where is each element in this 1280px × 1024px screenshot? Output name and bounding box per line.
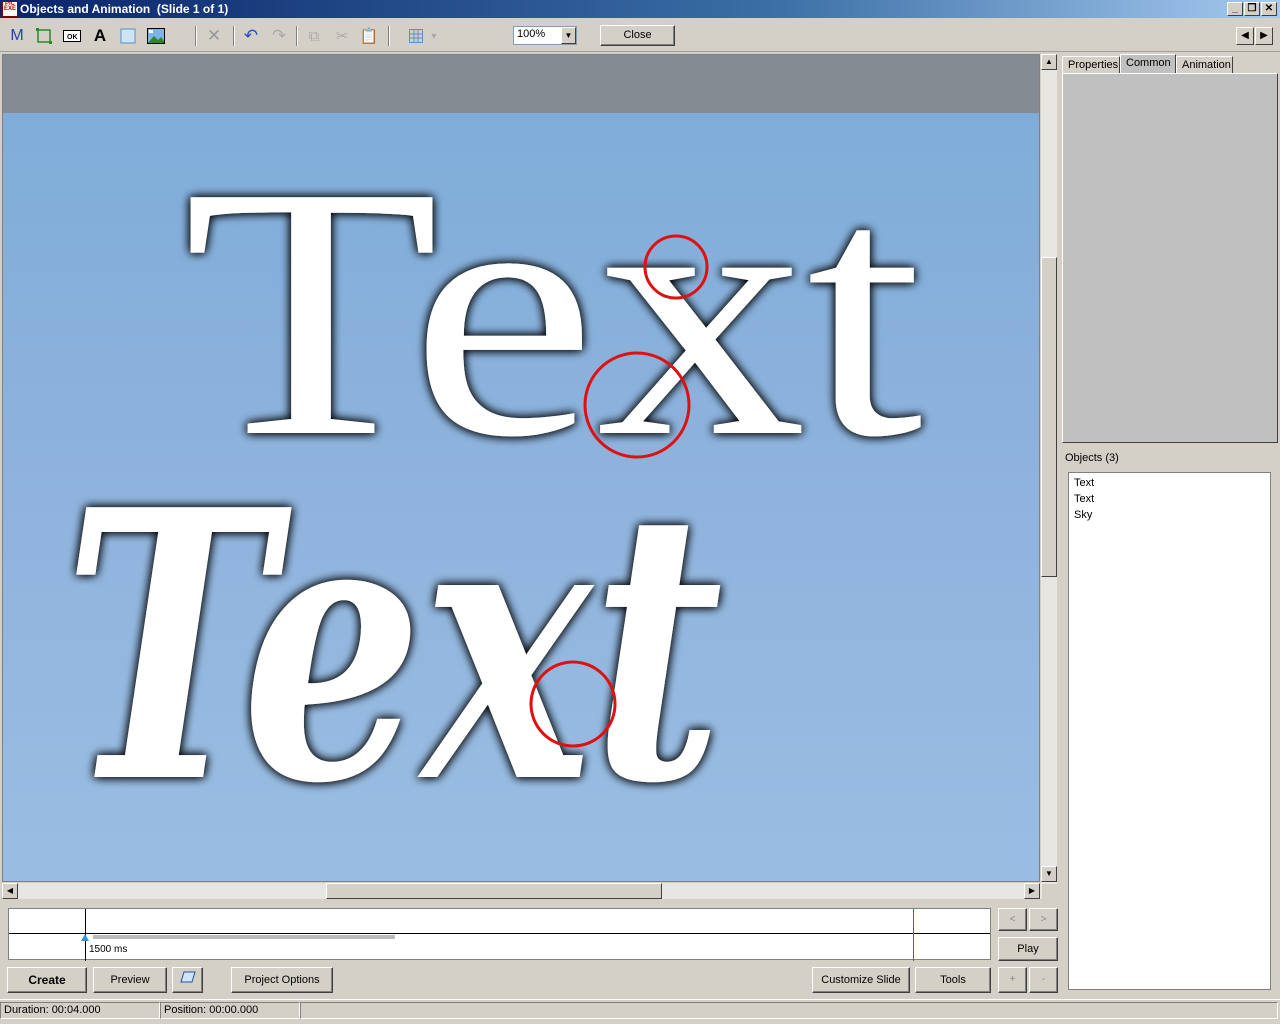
arrow-left-icon[interactable]: ◀ bbox=[1236, 27, 1254, 45]
grid-dropdown-icon[interactable]: ▼ bbox=[427, 25, 441, 47]
status-empty bbox=[300, 1002, 1278, 1019]
properties-tabs: Properties Common Animation bbox=[1062, 54, 1278, 74]
redo-icon[interactable]: ↷ bbox=[268, 25, 290, 47]
scroll-down-icon[interactable]: ▼ bbox=[1041, 866, 1057, 882]
toolbar-separator bbox=[233, 26, 235, 46]
add-rectangle-icon[interactable] bbox=[33, 25, 55, 47]
add-frame-icon[interactable] bbox=[117, 25, 139, 47]
timeline-marker[interactable] bbox=[81, 934, 89, 941]
add-text-icon[interactable]: A bbox=[89, 25, 111, 47]
paste-icon[interactable]: 📋 bbox=[358, 25, 380, 47]
play-button[interactable]: Play bbox=[998, 937, 1058, 961]
duration-status: Duration: 00:04.000 bbox=[0, 1002, 160, 1019]
horizontal-scroll-thumb[interactable] bbox=[326, 883, 662, 899]
scroll-right-icon[interactable]: ▶ bbox=[1024, 883, 1040, 899]
restore-icon[interactable]: ❐ bbox=[1244, 2, 1260, 16]
slide-objects: Text Text bbox=[63, 112, 924, 865]
timeline-divider bbox=[9, 933, 990, 934]
preview-button[interactable]: Preview bbox=[93, 967, 167, 993]
screen-mode-button[interactable] bbox=[172, 967, 203, 993]
timeline-end-line[interactable] bbox=[913, 909, 914, 961]
remove-button[interactable]: - bbox=[1029, 967, 1058, 993]
timeline-time-label: 1500 ms bbox=[89, 944, 128, 955]
arrow-right-icon[interactable]: ▶ bbox=[1255, 27, 1273, 45]
toolbar-separator bbox=[195, 26, 197, 46]
close-button[interactable]: Close bbox=[600, 25, 675, 46]
minimize-icon[interactable]: _ bbox=[1227, 2, 1243, 16]
scroll-up-icon[interactable]: ▲ bbox=[1041, 54, 1057, 70]
grid-icon[interactable] bbox=[405, 25, 427, 47]
toolbar-separator bbox=[388, 26, 390, 46]
tab-properties[interactable]: Properties bbox=[1062, 56, 1120, 74]
timeline[interactable]: 1500 ms bbox=[8, 908, 991, 961]
tab-common[interactable]: Common bbox=[1120, 54, 1176, 74]
create-button[interactable]: Create bbox=[7, 967, 87, 993]
vertical-scrollbar[interactable]: ▲ ▼ bbox=[1041, 54, 1057, 884]
tools-button[interactable]: Tools bbox=[915, 967, 991, 993]
list-item[interactable]: Sky bbox=[1074, 507, 1265, 523]
position-status: Position: 00:00.000 bbox=[160, 1002, 300, 1019]
objects-list[interactable]: Text Text Sky bbox=[1068, 472, 1271, 990]
main-menu-icon[interactable]: M bbox=[6, 25, 28, 47]
timeline-bar[interactable] bbox=[93, 935, 395, 939]
vertical-scroll-thumb[interactable] bbox=[1041, 257, 1057, 577]
close-icon[interactable]: ✕ bbox=[1261, 2, 1277, 16]
horizontal-scrollbar[interactable]: ◀ ▶ bbox=[2, 883, 1042, 899]
project-options-button[interactable]: Project Options bbox=[231, 967, 333, 993]
list-item[interactable]: Text bbox=[1074, 491, 1265, 507]
objects-label: Objects (3) bbox=[1065, 452, 1119, 464]
add-button-icon[interactable]: OK bbox=[61, 25, 83, 47]
chevron-down-icon[interactable]: ▼ bbox=[561, 27, 576, 44]
customize-slide-button[interactable]: Customize Slide bbox=[812, 967, 910, 993]
scroll-left-icon[interactable]: ◀ bbox=[2, 883, 18, 899]
parallelogram-icon bbox=[179, 971, 196, 986]
title-bar: PIC EXE Objects and Animation (Slide 1 o… bbox=[0, 0, 1280, 18]
add-button[interactable]: + bbox=[998, 967, 1027, 993]
add-image-icon[interactable] bbox=[145, 25, 167, 47]
undo-icon[interactable]: ↶ bbox=[240, 25, 262, 47]
window-title: Objects and Animation (Slide 1 of 1) bbox=[20, 2, 229, 16]
copy-icon[interactable]: ⧉ bbox=[303, 25, 325, 47]
prev-button[interactable]: < bbox=[998, 908, 1027, 931]
script-text-object[interactable]: Text bbox=[63, 431, 723, 865]
toolbar: M OK A ✕ ↶ ↷ ⧉ ✂ 📋 ▼ 100% ▼ Close ◀ ▶ bbox=[0, 18, 1280, 52]
properties-panel bbox=[1062, 73, 1278, 443]
svg-text:OK: OK bbox=[67, 34, 78, 41]
status-bar: Duration: 00:04.000 Position: 00:00.000 bbox=[0, 999, 1280, 1020]
zoom-value: 100% bbox=[517, 28, 546, 40]
delete-icon[interactable]: ✕ bbox=[203, 25, 225, 47]
list-item[interactable]: Text bbox=[1074, 475, 1265, 491]
app-icon: PIC EXE bbox=[2, 1, 18, 17]
zoom-select[interactable]: 100% ▼ bbox=[513, 26, 577, 45]
next-button[interactable]: > bbox=[1029, 908, 1058, 931]
toolbar-separator bbox=[296, 26, 298, 46]
slide-canvas[interactable]: Text Text bbox=[2, 54, 1040, 882]
tab-animation[interactable]: Animation bbox=[1176, 56, 1233, 74]
cut-icon[interactable]: ✂ bbox=[331, 25, 353, 47]
